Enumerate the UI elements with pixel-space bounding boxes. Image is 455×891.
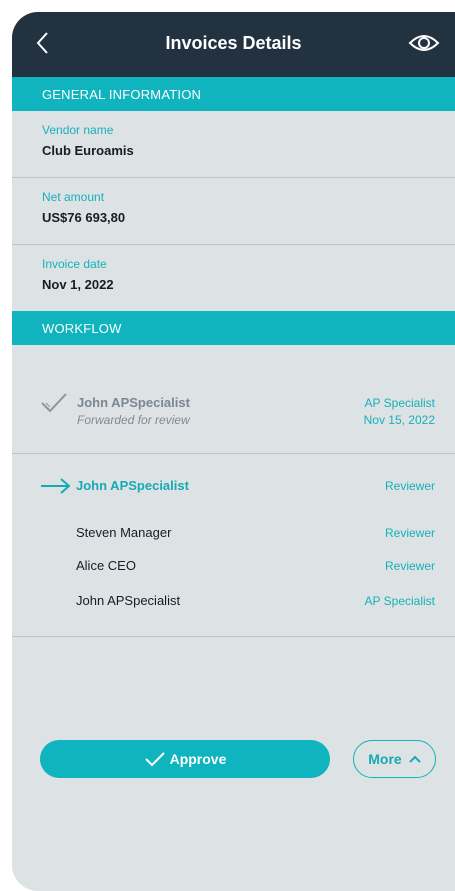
top-bar: Invoices Details	[12, 12, 455, 77]
invoice-date-field: Invoice date Nov 1, 2022	[12, 245, 455, 311]
approver-role: AP Specialist	[364, 396, 435, 410]
field-label: Net amount	[42, 190, 105, 204]
field-label: Vendor name	[42, 123, 114, 137]
arrow-right-icon	[41, 478, 71, 494]
eye-icon	[408, 35, 440, 51]
more-button[interactable]: More	[353, 740, 436, 778]
field-value: US$76 693,80	[42, 210, 126, 225]
chevron-up-icon	[409, 755, 421, 763]
vendor-name-field: Vendor name Club Euroamis	[12, 111, 455, 178]
checkmark-icon	[144, 752, 165, 767]
section-label: GENERAL INFORMATION	[42, 87, 202, 102]
check-icon	[41, 393, 67, 413]
step-role: AP Specialist	[364, 594, 435, 608]
section-label: WORKFLOW	[42, 321, 122, 336]
current-step-name: John APSpecialist	[76, 478, 189, 493]
approver-status: Forwarded for review	[77, 413, 190, 427]
app-screen: Invoices Details GENERAL INFORMATION Ven…	[12, 12, 455, 891]
view-document-button[interactable]	[407, 30, 441, 56]
step-role: Reviewer	[384, 526, 435, 540]
net-amount-field: Net amount US$76 693,80	[12, 178, 455, 245]
field-value: Nov 1, 2022	[42, 277, 114, 292]
field-label: Invoice date	[42, 257, 107, 271]
completed-workflow-step: John APSpecialist Forwarded for review A…	[12, 359, 455, 454]
pending-workflow-steps: John APSpecialist Reviewer Steven Manage…	[12, 454, 455, 637]
workflow-header: WORKFLOW	[12, 311, 455, 345]
page-title: Invoices Details	[165, 33, 302, 53]
approver-name: John APSpecialist	[77, 395, 190, 410]
field-value: Club Euroamis	[42, 143, 134, 158]
current-step-role: Reviewer	[384, 479, 435, 493]
approval-date: Nov 15, 2022	[363, 413, 435, 427]
step-role: Reviewer	[384, 559, 435, 573]
step-name: Alice CEO	[76, 558, 136, 573]
general-information-header: GENERAL INFORMATION	[12, 77, 455, 111]
more-label: More	[368, 751, 402, 767]
step-name: Steven Manager	[76, 525, 172, 540]
approve-button[interactable]: Approve	[40, 740, 330, 778]
approve-label: Approve	[169, 751, 227, 767]
step-name: John APSpecialist	[76, 593, 181, 608]
